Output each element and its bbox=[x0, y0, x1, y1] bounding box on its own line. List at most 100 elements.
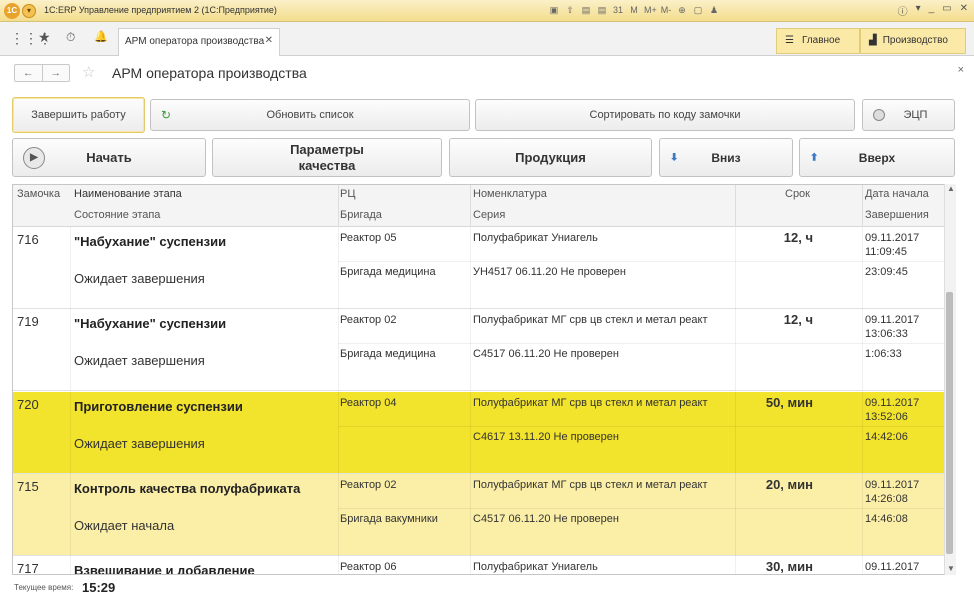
table-row[interactable]: 715 Контроль качества полуфабриката Ожидае… bbox=[13, 474, 945, 556]
play-icon: ▶ bbox=[23, 146, 45, 169]
products-button[interactable]: Продукция bbox=[449, 138, 652, 177]
row-start-date: 09.11.2017 14:26:08 bbox=[865, 479, 920, 505]
column-divider bbox=[338, 474, 339, 556]
row-term: 50, мин bbox=[765, 395, 813, 410]
row-term: 12, ч bbox=[783, 230, 813, 245]
column-divider bbox=[862, 309, 863, 391]
move-up-button[interactable]: ⬆ Вверх bbox=[799, 138, 955, 177]
col-stage-state-header[interactable]: Состояние этапа bbox=[74, 209, 160, 221]
row-code: 716 bbox=[17, 232, 39, 247]
favorites-star-icon[interactable]: ★ bbox=[38, 29, 51, 46]
print-icon[interactable]: ▣ bbox=[548, 4, 560, 16]
header-divider bbox=[735, 185, 736, 227]
col-nomenclature-header[interactable]: Номенклатура bbox=[473, 188, 547, 200]
table-row[interactable]: 720 Приготовление суспензии Ожидает заверш… bbox=[13, 392, 945, 474]
column-divider bbox=[470, 392, 471, 474]
back-arrow-icon[interactable]: ← bbox=[15, 65, 42, 81]
quality-params-button[interactable]: Параметры качества bbox=[212, 138, 442, 177]
close-window-button[interactable]: ✕ bbox=[960, 3, 968, 18]
window-title: 1С:ERP Управление предприятием 2 (1С:Пре… bbox=[44, 5, 277, 15]
refresh-icon: ↻ bbox=[161, 108, 172, 122]
history-nav: ← → bbox=[14, 64, 70, 82]
tab-close-icon[interactable]: ✕ bbox=[265, 35, 273, 46]
row-start-date: 09.11.2017 13:52:06 bbox=[865, 397, 920, 423]
col-code-header[interactable]: Замочка bbox=[17, 188, 60, 200]
document-icon[interactable]: ▤ bbox=[580, 4, 592, 16]
section-production-button[interactable]: ▟ Производство bbox=[860, 28, 966, 54]
row-term: 30, мин bbox=[765, 559, 813, 574]
minimize-button[interactable]: _ bbox=[929, 3, 935, 18]
row-series: С4517 06.11.20 Не проверен bbox=[473, 513, 619, 525]
col-end-header[interactable]: Завершения bbox=[865, 209, 929, 221]
move-down-label: Вниз bbox=[711, 150, 741, 165]
row-start-date: 09.11.2017 11:09:45 bbox=[865, 232, 920, 258]
column-divider bbox=[735, 309, 736, 391]
memory-plus-icon[interactable]: M+ bbox=[644, 4, 657, 16]
calendar-icon[interactable]: 31 bbox=[612, 4, 624, 16]
column-divider bbox=[862, 392, 863, 474]
row-rc: Реактор 05 bbox=[340, 232, 397, 244]
row-term: 20, мин bbox=[765, 477, 813, 492]
scrollbar-thumb[interactable] bbox=[946, 292, 953, 554]
scroll-up-icon[interactable]: ▲ bbox=[947, 184, 955, 193]
row-nomenclature: Полуфабрикат МГ срв цв стекл и метал реа… bbox=[473, 479, 708, 491]
ecp-button[interactable]: ЭЦП bbox=[862, 99, 955, 131]
start-label: Начать bbox=[86, 150, 132, 165]
move-down-button[interactable]: ⬇ Вниз bbox=[659, 138, 793, 177]
main-menu-icon[interactable]: ▾ bbox=[22, 4, 36, 18]
memory-icon[interactable]: M bbox=[628, 4, 640, 16]
subrow-divider bbox=[338, 508, 945, 509]
tab-arm-operator[interactable]: АРМ оператора производства ✕ bbox=[118, 28, 280, 56]
column-divider bbox=[70, 392, 71, 474]
factory-icon: ▟ bbox=[869, 35, 877, 46]
add-favorite-star-icon[interactable]: ☆ bbox=[82, 63, 95, 81]
header-divider bbox=[338, 185, 339, 227]
row-rc: Реактор 02 bbox=[340, 479, 397, 491]
chevron-down-icon[interactable]: ▾ bbox=[916, 3, 921, 18]
window-icon[interactable]: ▢ bbox=[692, 4, 704, 16]
history-icon[interactable]: ⏱ bbox=[66, 30, 75, 45]
col-brigade-header[interactable]: Бригада bbox=[340, 209, 382, 221]
zoom-icon[interactable]: ⊕ bbox=[676, 4, 688, 16]
memory-minus-icon[interactable]: M- bbox=[660, 4, 672, 16]
row-code: 720 bbox=[17, 397, 39, 412]
col-rc-header[interactable]: РЦ bbox=[340, 188, 355, 200]
current-time-value: 15:29 bbox=[82, 580, 116, 595]
section-main-button[interactable]: ☰ Главное bbox=[776, 28, 860, 54]
signature-icon bbox=[873, 109, 885, 121]
save-icon[interactable]: ⇧ bbox=[564, 4, 576, 16]
row-end-time: 23:09:45 bbox=[865, 266, 908, 278]
scroll-down-icon[interactable]: ▼ bbox=[947, 564, 955, 573]
row-rc: Реактор 06 bbox=[340, 561, 397, 573]
table-row[interactable]: 716 "Набухание" суспензии Ожидает завершен… bbox=[13, 227, 945, 309]
maximize-button[interactable]: ▭ bbox=[942, 3, 951, 18]
table-row[interactable]: 717 Взвешивание и добавление Реактор 06 Пол… bbox=[13, 556, 945, 574]
user-icon[interactable]: ♟ bbox=[708, 4, 720, 16]
row-end-time: 14:42:06 bbox=[865, 431, 908, 443]
col-series-header[interactable]: Серия bbox=[473, 209, 505, 221]
notifications-bell-icon[interactable]: 🔔 bbox=[94, 30, 108, 43]
subrow-divider bbox=[338, 261, 945, 262]
column-divider bbox=[470, 556, 471, 574]
refresh-list-button[interactable]: ↻ Обновить список bbox=[150, 99, 470, 131]
table-row[interactable]: 719 "Набухание" суспензии Ожидает завершен… bbox=[13, 309, 945, 391]
column-divider bbox=[735, 392, 736, 474]
row-stage-state: Ожидает завершения bbox=[74, 271, 205, 286]
col-term-header[interactable]: Срок bbox=[785, 188, 810, 200]
col-stage-header[interactable]: Наименование этапа bbox=[74, 188, 182, 200]
row-start-date: 09.11.2017 bbox=[865, 561, 920, 573]
forward-arrow-icon[interactable]: → bbox=[41, 65, 70, 81]
col-start-header[interactable]: Дата начала bbox=[865, 188, 929, 200]
row-stage-name: Приготовление суспензии bbox=[74, 399, 243, 414]
page-title: АРМ оператора производства bbox=[112, 65, 307, 81]
info-icon[interactable]: ⓘ bbox=[898, 3, 908, 18]
row-stage-state: Ожидает начала bbox=[74, 518, 175, 533]
table-icon[interactable]: ▤ bbox=[596, 4, 608, 16]
row-stage-name: Контроль качества полуфабриката bbox=[74, 481, 301, 496]
close-form-icon[interactable]: × bbox=[958, 64, 964, 76]
column-divider bbox=[735, 474, 736, 556]
start-button[interactable]: ▶ Начать bbox=[12, 138, 206, 177]
row-series: УН4517 06.11.20 Не проверен bbox=[473, 266, 626, 278]
sort-by-code-button[interactable]: Сортировать по коду замочки bbox=[475, 99, 855, 131]
finish-work-button[interactable]: Завершить работу bbox=[12, 97, 145, 133]
